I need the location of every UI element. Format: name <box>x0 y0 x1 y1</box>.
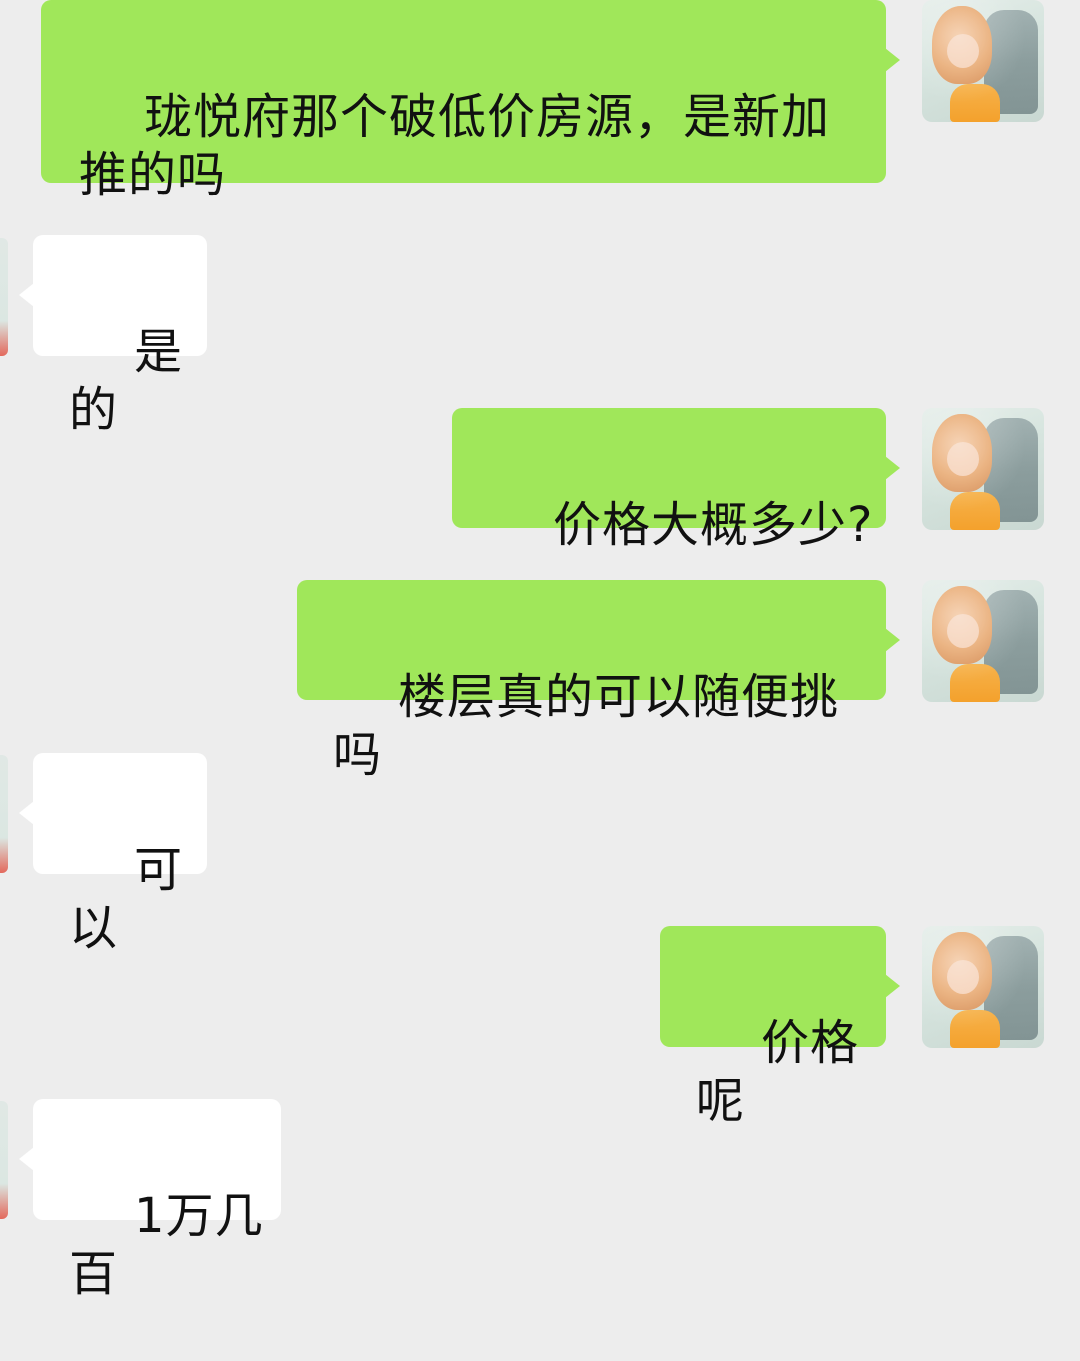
contact-avatar[interactable] <box>0 755 8 873</box>
user-avatar[interactable] <box>922 408 1044 530</box>
user-avatar[interactable] <box>922 926 1044 1048</box>
chat-message-list: 珑悦府那个破低价房源，是新加推的吗 是的 价格大概多少? 楼层真的可以随便挑吗 … <box>0 0 1080 1302</box>
message-bubble-incoming[interactable]: 可以 <box>19 753 207 956</box>
message-text: 价格呢 <box>696 1015 860 1129</box>
message-text: 珑悦府那个破低价房源，是新加推的吗 <box>79 89 831 203</box>
message-bubble-incoming[interactable]: 是的 <box>19 235 207 438</box>
message-bubble-incoming[interactable]: 1万几百 <box>19 1099 281 1302</box>
message-text: 价格大概多少? <box>553 497 874 553</box>
message-text: 是的 <box>69 324 184 438</box>
user-avatar[interactable] <box>922 580 1044 702</box>
contact-avatar[interactable] <box>0 238 8 356</box>
message-text: 可以 <box>69 842 184 956</box>
message-bubble-outgoing[interactable]: 价格大概多少? <box>452 408 900 553</box>
message-bubble-outgoing[interactable]: 珑悦府那个破低价房源，是新加推的吗 <box>41 0 900 203</box>
message-text: 楼层真的可以随便挑吗 <box>333 669 840 783</box>
message-bubble-outgoing[interactable]: 楼层真的可以随便挑吗 <box>297 580 900 783</box>
user-avatar[interactable] <box>922 0 1044 122</box>
message-text: 1万几百 <box>69 1188 264 1302</box>
message-bubble-outgoing[interactable]: 价格呢 <box>660 926 900 1129</box>
contact-avatar[interactable] <box>0 1101 8 1219</box>
